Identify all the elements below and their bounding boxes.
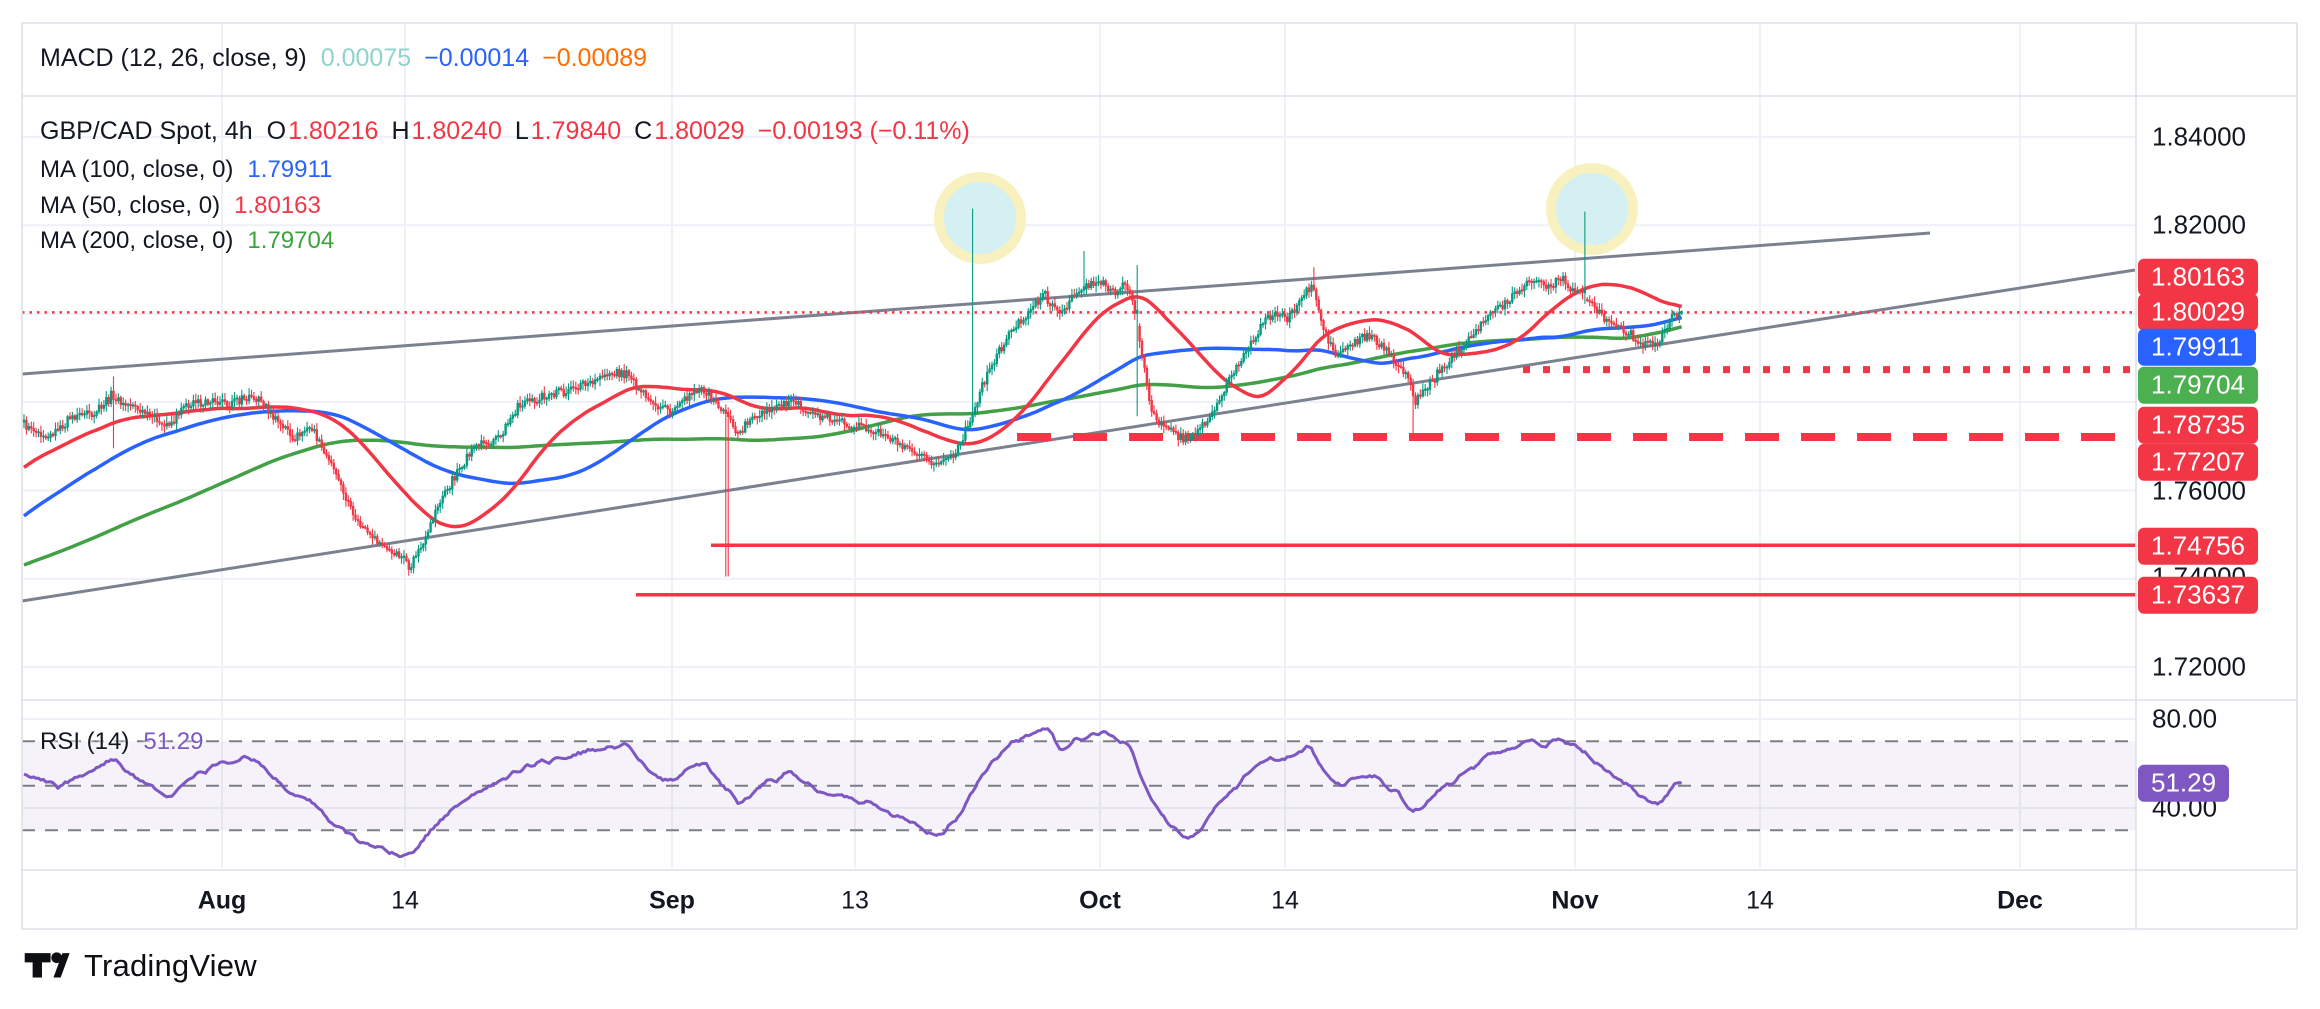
ma200-line [24,327,1682,565]
macd-line-value: −0.00014 [424,44,529,73]
candle-bodies-up [23,276,1683,569]
price-axis-label: 1.84000 [2152,122,2246,153]
ma200-legend-row[interactable]: MA (200, close, 0) 1.79704 [40,227,334,255]
macd-signal-value: −0.00089 [542,44,647,73]
tradingview-logo-icon[interactable] [24,946,70,986]
main-chart[interactable] [0,0,2320,1009]
close-value: 1.80029 [654,117,744,146]
ma200-value: 1.79704 [247,227,334,255]
price-axis-label: 1.82000 [2152,210,2246,241]
footer: TradingView [24,946,257,986]
price-axis-label: 1.72000 [2152,652,2246,683]
change-value: −0.00193 (−0.11%) [758,117,970,146]
macd-legend-row[interactable]: MACD (12, 26, close, 9) 0.00075 −0.00014… [40,44,647,73]
time-axis-label: 14 [391,887,419,916]
rsi-label: RSI (14) [40,728,129,756]
time-axis-label: Dec [1997,887,2043,916]
time-axis-label: Nov [1551,887,1598,916]
ma100-label: MA (100, close, 0) [40,156,233,184]
ma50-legend-row[interactable]: MA (50, close, 0) 1.80163 [40,192,321,220]
price-badge: 1.80163 [2138,259,2258,296]
ma100-legend-row[interactable]: MA (100, close, 0) 1.79911 [40,156,332,184]
rsi-axis-label: 80.00 [2152,704,2217,735]
time-axis-label: 14 [1271,887,1299,916]
price-badge: 1.80029 [2138,294,2258,331]
high-value: 1.80240 [412,117,502,146]
high-key: H [391,117,409,146]
price-badge: 1.77207 [2138,444,2258,481]
ma100-value: 1.79911 [247,156,332,184]
open-key: O [267,117,286,146]
time-axis-label: Oct [1079,887,1121,916]
highlight-circle [939,177,1021,259]
price-badge: 1.74756 [2138,528,2258,565]
tradingview-brand-text[interactable]: TradingView [84,948,257,984]
tradingview-chart-page: { "header": { "macd": { "label": "MACD (… [0,0,2320,1009]
price-badge: 1.79911 [2138,329,2256,366]
rsi-legend-row[interactable]: RSI (14) 51.29 [40,728,203,756]
close-key: C [634,117,652,146]
time-axis-label: Sep [649,887,695,916]
symbol-title: GBP/CAD Spot, 4h [40,117,253,146]
price-badge: 1.73637 [2138,577,2258,614]
price-badge: 1.78735 [2138,407,2258,444]
ma50-label: MA (50, close, 0) [40,192,220,220]
low-key: L [515,117,529,146]
ma200-label: MA (200, close, 0) [40,227,233,255]
time-axis-label: 14 [1746,887,1774,916]
rsi-value: 51.29 [143,728,203,756]
ma50-value: 1.80163 [234,192,321,220]
macd-histogram-value: 0.00075 [321,44,411,73]
time-axis-label: 13 [841,887,869,916]
candle-wicks-up [24,209,1682,574]
symbol-legend-row[interactable]: GBP/CAD Spot, 4h O1.80216 H1.80240 L1.79… [40,117,970,146]
time-axis-label: Aug [198,887,247,916]
price-badge: 1.79704 [2138,367,2258,404]
rsi-badge: 51.29 [2138,765,2229,802]
open-value: 1.80216 [288,117,378,146]
highlight-circle [1551,168,1633,250]
low-value: 1.79840 [531,117,621,146]
macd-label: MACD (12, 26, close, 9) [40,44,307,73]
